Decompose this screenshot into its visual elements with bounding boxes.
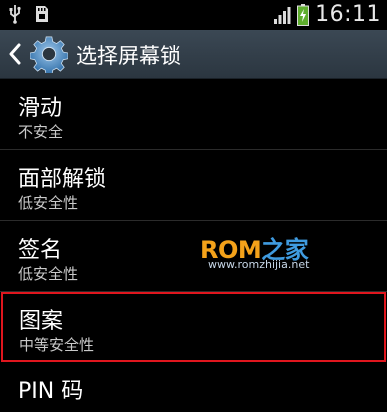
lock-option-pattern[interactable]: 图案 中等安全性 xyxy=(1,292,386,362)
watermark-url: www.romzhijia.net xyxy=(208,258,310,271)
settings-gear-icon[interactable] xyxy=(30,35,68,73)
battery-charging-icon xyxy=(297,3,310,26)
option-title: 图案 xyxy=(19,309,64,334)
status-time: 16:11 xyxy=(315,2,381,27)
lock-option-swipe[interactable]: 滑动 不安全 xyxy=(0,79,387,150)
status-bar: 16:11 xyxy=(0,0,387,30)
option-title: PIN 码 xyxy=(18,379,84,404)
option-title: 滑动 xyxy=(18,96,63,121)
status-bar-right: 16:11 xyxy=(273,2,381,27)
signal-icon xyxy=(274,6,291,24)
watermark: ROM之家 www.romzhijia.net xyxy=(200,230,340,275)
option-subtitle: 低安全性 xyxy=(18,194,79,212)
option-title: 签名 xyxy=(18,238,63,263)
page-title: 选择屏幕锁 xyxy=(76,44,181,68)
option-title: 面部解锁 xyxy=(18,167,107,192)
action-bar: 选择屏幕锁 xyxy=(0,30,387,79)
back-icon[interactable] xyxy=(8,43,22,65)
option-subtitle: 中等安全性 xyxy=(19,336,95,354)
lock-option-face-unlock[interactable]: 面部解锁 低安全性 xyxy=(0,150,387,221)
option-subtitle: 不安全 xyxy=(18,123,64,141)
lock-option-pin[interactable]: PIN 码 xyxy=(0,362,387,412)
sd-card-icon xyxy=(36,6,48,22)
option-subtitle: 低安全性 xyxy=(18,265,79,283)
usb-icon xyxy=(9,5,21,24)
status-bar-left xyxy=(8,4,50,24)
